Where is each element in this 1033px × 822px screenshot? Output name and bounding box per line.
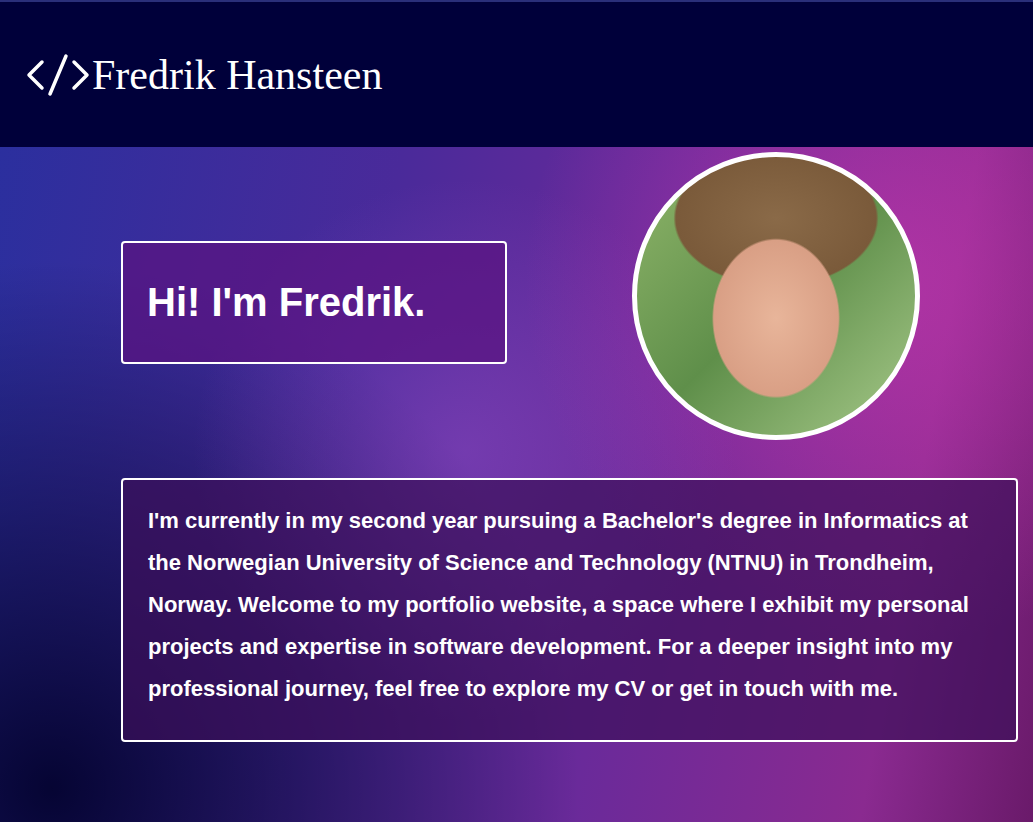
header: Fredrik Hansteen [0,0,1033,147]
code-brackets-icon [26,52,90,98]
greeting-title: Hi! I'm Fredrik. [147,280,425,325]
intro-card: I'm currently in my second year pursuing… [121,478,1018,742]
greeting-card: Hi! I'm Fredrik. [121,241,507,364]
page: Fredrik Hansteen Hi! I'm Fredrik. I'm cu… [0,0,1033,822]
profile-photo [632,152,920,440]
intro-text: I'm currently in my second year pursuing… [148,500,990,710]
hero-row: Hi! I'm Fredrik. [121,147,1033,440]
site-name: Fredrik Hansteen [92,51,382,99]
home-link[interactable]: Fredrik Hansteen [26,51,382,99]
hero-section: Hi! I'm Fredrik. I'm currently in my sec… [0,147,1033,822]
